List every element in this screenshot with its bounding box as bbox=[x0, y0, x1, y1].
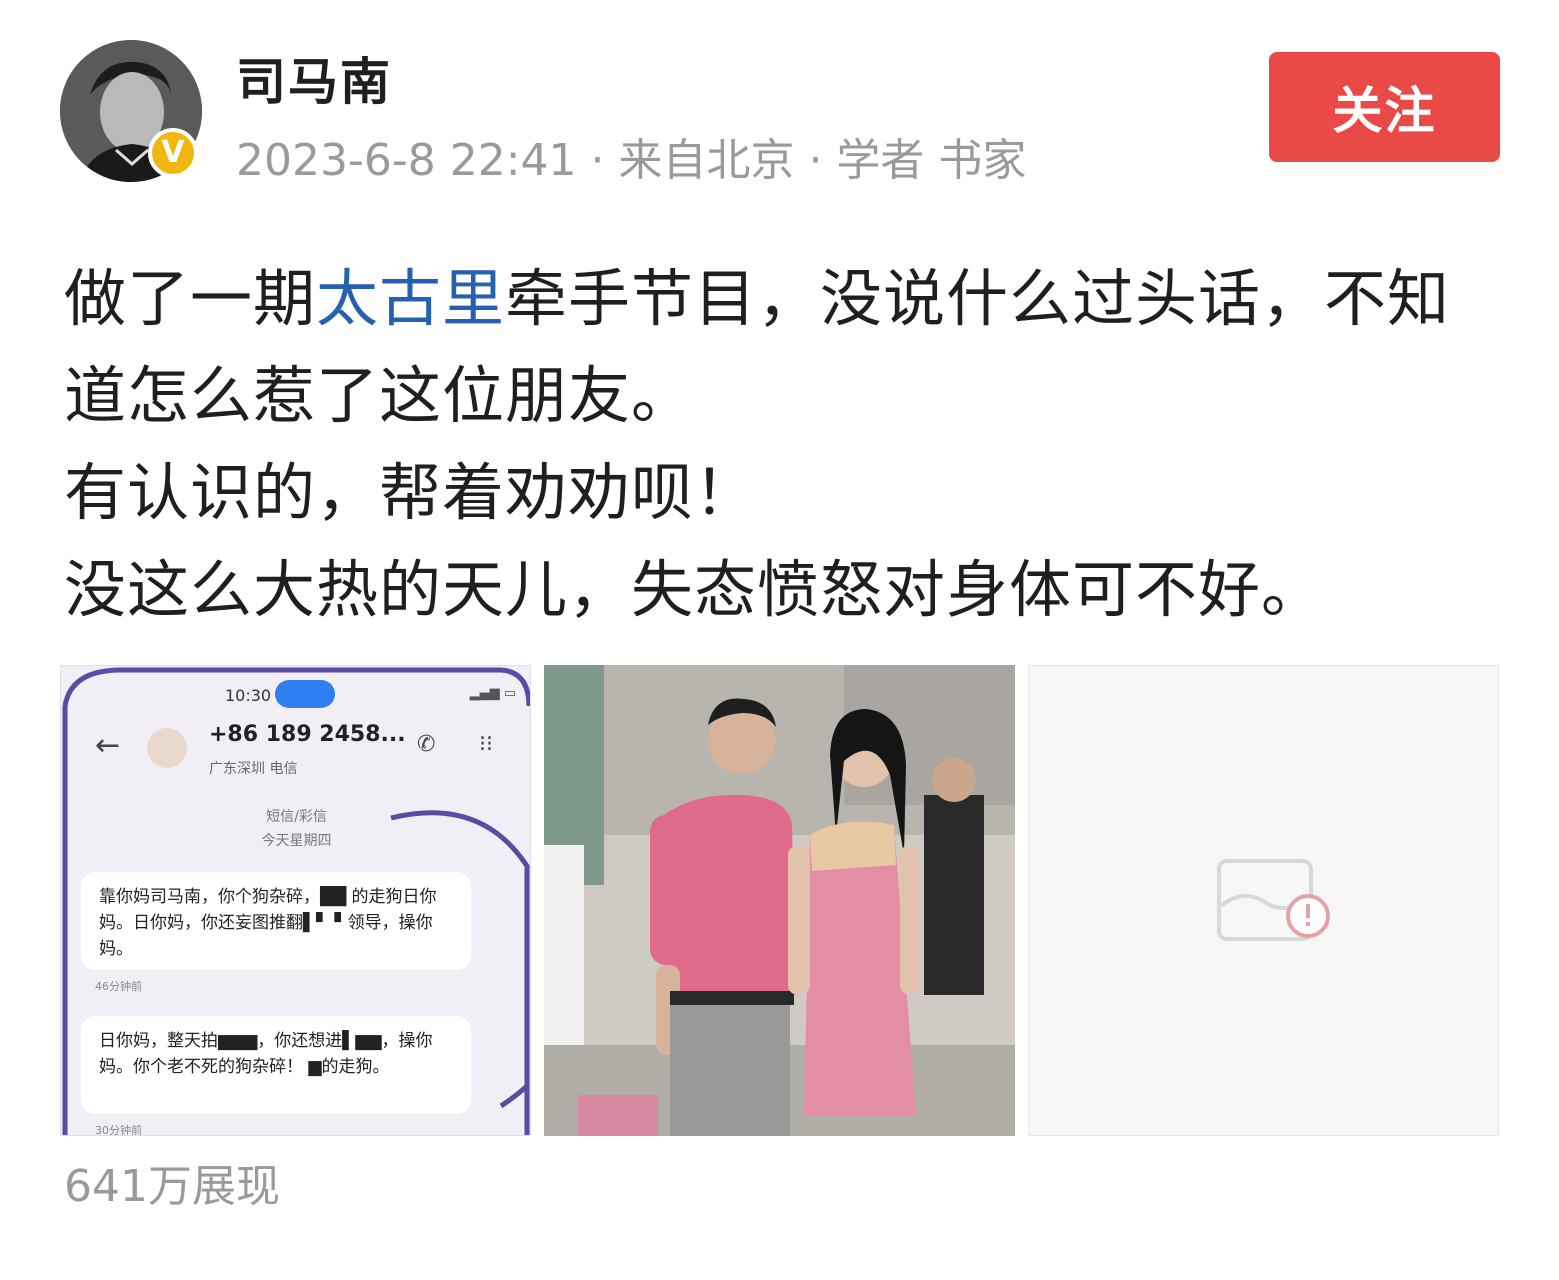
back-arrow-icon: ← bbox=[95, 728, 121, 763]
post-text: 做了一期太古里牵手节目，没说什么过头话，不知道怎么惹了这位朋友。 有认识的，帮着… bbox=[64, 250, 1504, 638]
post-line-3: 没这么大热的天儿，失态愤怒对身体可不好。 bbox=[64, 553, 1325, 626]
verified-badge-icon: V bbox=[148, 128, 198, 178]
sms-label: 短信/彩信 bbox=[266, 809, 327, 825]
post-line-1: 做了一期太古里牵手节目，没说什么过头话，不知道怎么惹了这位朋友。 bbox=[64, 250, 1504, 444]
image-load-failed-placeholder[interactable] bbox=[1028, 665, 1499, 1136]
sms-screenshot-image[interactable]: 10:30 ▂▄▆ ▭ ← +86 189 2458... 广东深圳 电信 ✆ … bbox=[60, 665, 531, 1136]
signal-status-icon: ▂▄▆ ▭ bbox=[469, 686, 516, 701]
post-text-segment: 做了一期 bbox=[64, 262, 317, 335]
street-photo-illustration bbox=[544, 665, 1015, 1136]
contact-avatar-icon bbox=[147, 728, 187, 768]
date-label: 今天星期四 bbox=[261, 833, 332, 849]
message-time: 46分钟前 bbox=[95, 980, 142, 993]
username[interactable]: 司马南 bbox=[236, 42, 392, 114]
broken-image-icon bbox=[1217, 859, 1330, 941]
more-options-icon: ⁝⁝ bbox=[479, 732, 493, 757]
post-line-2: 有认识的，帮着劝劝呗！ bbox=[64, 456, 758, 529]
sender-number: +86 189 2458... bbox=[209, 722, 406, 747]
message-bubble: 靠你妈司马南，你个狗杂碎，██ 的走狗日你妈。日你妈，你还妄图推翻▌▘ ▘领导，… bbox=[81, 872, 471, 970]
message-bubble: 日你妈，整天拍▆▆▆，你还想进▌▆▆，操你妈。你个老不死的狗杂碎！ ▆的走狗。 bbox=[81, 1016, 471, 1114]
follow-button[interactable]: 关注 bbox=[1269, 52, 1500, 162]
topic-link[interactable]: 太古里 bbox=[316, 262, 505, 335]
message-time: 30分钟前 bbox=[95, 1124, 142, 1136]
view-count: 641万展现 bbox=[64, 1161, 280, 1212]
phone-call-icon: ✆ bbox=[417, 732, 436, 757]
screen-cast-icon bbox=[275, 680, 335, 708]
phone-time: 10:30 bbox=[225, 686, 272, 705]
sender-location: 广东深圳 电信 bbox=[209, 761, 298, 777]
post-meta: 2023-6-8 22:41 · 来自北京 · 学者 书家 bbox=[236, 135, 1027, 186]
street-photo-image[interactable] bbox=[544, 665, 1015, 1136]
